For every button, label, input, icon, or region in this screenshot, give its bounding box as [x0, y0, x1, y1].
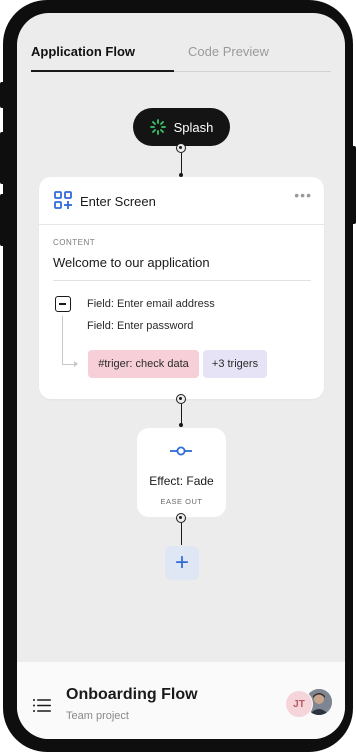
qr-add-icon: [54, 191, 72, 209]
connector-port[interactable]: [176, 513, 186, 523]
field-password: Field: Enter password: [87, 320, 194, 332]
menu-icon[interactable]: [33, 699, 51, 712]
active-tab-indicator: [31, 70, 174, 72]
avatar-initials[interactable]: JT: [285, 690, 313, 718]
content-divider: [53, 280, 311, 281]
more-options-icon[interactable]: •••: [294, 187, 312, 203]
connector-end: [179, 423, 183, 427]
effect-title: Effect: Fade: [149, 474, 214, 488]
connector-line: [180, 523, 182, 545]
connector-port[interactable]: [176, 394, 186, 404]
tab-divider: [174, 71, 331, 72]
trigger-tag[interactable]: #triger: check data: [88, 350, 199, 378]
connector-port[interactable]: [176, 143, 186, 153]
splash-node[interactable]: Splash: [133, 108, 230, 146]
slider-node-icon: [170, 446, 192, 456]
add-node-button[interactable]: +: [165, 546, 199, 580]
tree-arrow-icon: [74, 361, 78, 367]
enter-screen-card[interactable]: Enter Screen ••• CONTENT Welcome to our …: [39, 177, 324, 399]
content-label: CONTENT: [53, 238, 96, 247]
more-triggers-tag[interactable]: +3 trigers: [203, 350, 267, 378]
app-screen: Application Flow Code Preview Splash Ent…: [17, 13, 345, 739]
footer-bar: Onboarding Flow Team project JT: [17, 662, 345, 739]
connector-line: [180, 404, 182, 424]
effect-card[interactable]: Effect: Fade EASE OUT: [137, 428, 226, 517]
project-title: Onboarding Flow: [66, 686, 198, 703]
project-subtitle: Team project: [66, 710, 129, 722]
card-title: Enter Screen: [80, 194, 156, 209]
card-divider: [39, 224, 324, 225]
splash-label: Splash: [173, 119, 214, 135]
field-email: Field: Enter email address: [87, 298, 215, 310]
collapse-icon[interactable]: [55, 296, 71, 312]
tab-code-preview[interactable]: Code Preview: [188, 44, 269, 59]
tab-bar: Application Flow Code Preview: [17, 13, 345, 73]
loader-icon: [149, 119, 166, 135]
tree-connector: [62, 316, 63, 364]
connector-line: [180, 153, 182, 174]
tab-application-flow[interactable]: Application Flow: [31, 44, 135, 59]
content-value: Welcome to our application: [53, 255, 210, 270]
effect-easing: EASE OUT: [160, 497, 203, 506]
